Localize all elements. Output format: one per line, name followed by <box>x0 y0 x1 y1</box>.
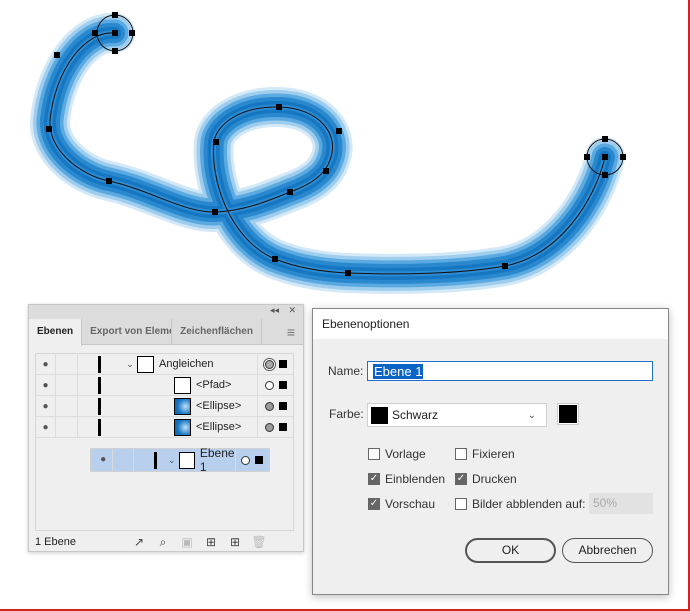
path-thumbnail <box>174 376 191 394</box>
dialog-title: Ebenenoptionen <box>313 309 668 339</box>
name-label: Name: <box>328 364 364 378</box>
layer-row[interactable]: ● <Ellipse> <box>36 417 293 438</box>
vorschau-checkbox[interactable]: ✓ Vorschau <box>368 497 435 511</box>
abblenden-checkbox[interactable]: Bilder abblenden auf: <box>455 497 585 511</box>
name-value: Ebene 1 <box>373 364 424 379</box>
target-icon[interactable] <box>264 401 274 411</box>
vorlage-checkbox[interactable]: Vorlage <box>368 447 426 461</box>
artwork-canvas[interactable] <box>0 0 690 300</box>
layer-thumbnail <box>137 355 154 373</box>
layer-name: Angleichen <box>159 358 214 370</box>
tab-ebenen[interactable]: Ebenen <box>29 319 83 346</box>
drucken-checkbox[interactable]: ✓ Drucken <box>455 472 517 486</box>
target-icon[interactable] <box>264 380 274 390</box>
ellipse-thumbnail <box>174 397 191 415</box>
target-icon[interactable] <box>241 455 251 465</box>
layer-row[interactable]: ● ⌄ Ebene 1 <box>90 446 270 474</box>
ellipse-thumbnail <box>174 418 191 436</box>
color-value: Schwarz <box>392 408 439 422</box>
blend-tube[interactable] <box>50 33 605 274</box>
double-chevron-left-icon[interactable]: ◂◂ <box>270 305 279 316</box>
cancel-button[interactable]: Abbrechen <box>562 538 653 563</box>
lock-toggle[interactable] <box>113 449 135 471</box>
tab-export[interactable]: Export von Elementen <box>82 319 173 344</box>
dim-percent-input[interactable]: 50% <box>589 493 653 514</box>
eye-icon[interactable]: ● <box>36 375 56 395</box>
chevron-down-icon: ⌄ <box>527 409 536 421</box>
selection-square[interactable] <box>278 360 287 368</box>
trash-icon[interactable]: 🗑 <box>247 535 271 549</box>
color-select[interactable]: Schwarz ⌄ <box>367 403 547 427</box>
layer-options-dialog: Ebenenoptionen Name: Ebene 1 Farbe: Schw… <box>312 308 669 595</box>
layers-list: ● ⌄ Ebene 1 ● ⌄ Angleichen ● <Pfad> ● <E… <box>35 353 294 531</box>
einblenden-checkbox[interactable]: ✓ Einblenden <box>368 472 445 486</box>
color-label: Farbe: <box>329 407 364 421</box>
panel-header[interactable]: ◂◂ ✕ <box>29 305 303 319</box>
lock-toggle[interactable] <box>56 375 78 395</box>
layer-row[interactable]: ● <Ellipse> <box>36 396 293 417</box>
chevron-down-icon[interactable]: ⌄ <box>123 359 137 370</box>
layer-name: <Ellipse> <box>196 421 242 433</box>
lock-toggle[interactable] <box>56 417 78 437</box>
color-swatch <box>371 406 388 424</box>
layer-name: <Pfad> <box>196 379 232 391</box>
layer-name: Ebene 1 <box>199 446 235 474</box>
tab-zeichenflaechen[interactable]: Zeichenflächen <box>172 319 262 344</box>
search-icon[interactable]: ⌕ <box>151 535 175 550</box>
close-icon[interactable]: ✕ <box>288 305 296 316</box>
eye-icon[interactable]: ● <box>94 449 114 471</box>
selection-square[interactable] <box>278 402 287 410</box>
lock-toggle[interactable] <box>56 396 78 416</box>
chevron-down-icon[interactable]: ⌄ <box>165 455 178 466</box>
eye-icon[interactable]: ● <box>36 417 56 437</box>
eye-icon[interactable]: ● <box>36 396 56 416</box>
layer-count: 1 Ebene <box>35 536 76 548</box>
selection-square[interactable] <box>278 381 287 389</box>
target-icon[interactable] <box>264 422 274 432</box>
layer-thumbnail <box>178 451 195 469</box>
name-input[interactable]: Ebene 1 <box>367 361 653 381</box>
fixieren-checkbox[interactable]: Fixieren <box>455 447 515 461</box>
layer-name: <Ellipse> <box>196 400 242 412</box>
clipping-mask-icon[interactable]: ▣ <box>175 535 199 549</box>
target-icon[interactable] <box>264 359 274 369</box>
panel-menu-icon[interactable]: ≡ <box>279 319 303 344</box>
selection-square[interactable] <box>255 456 264 464</box>
selection-square[interactable] <box>278 423 287 431</box>
export-icon[interactable]: ↗ <box>127 535 151 549</box>
eye-icon[interactable]: ● <box>36 354 56 374</box>
color-preview-swatch[interactable] <box>557 403 579 425</box>
layer-row[interactable]: ● ⌄ Angleichen <box>36 354 293 375</box>
lock-toggle[interactable] <box>56 354 78 374</box>
new-sublayer-icon[interactable]: ⊞ <box>199 535 223 549</box>
new-layer-icon[interactable]: ⊞ <box>223 535 247 549</box>
layers-panel: ◂◂ ✕ Ebenen Export von Elementen Zeichen… <box>28 304 304 552</box>
layer-row[interactable]: ● <Pfad> <box>36 375 293 396</box>
ok-button[interactable]: OK <box>465 538 556 563</box>
